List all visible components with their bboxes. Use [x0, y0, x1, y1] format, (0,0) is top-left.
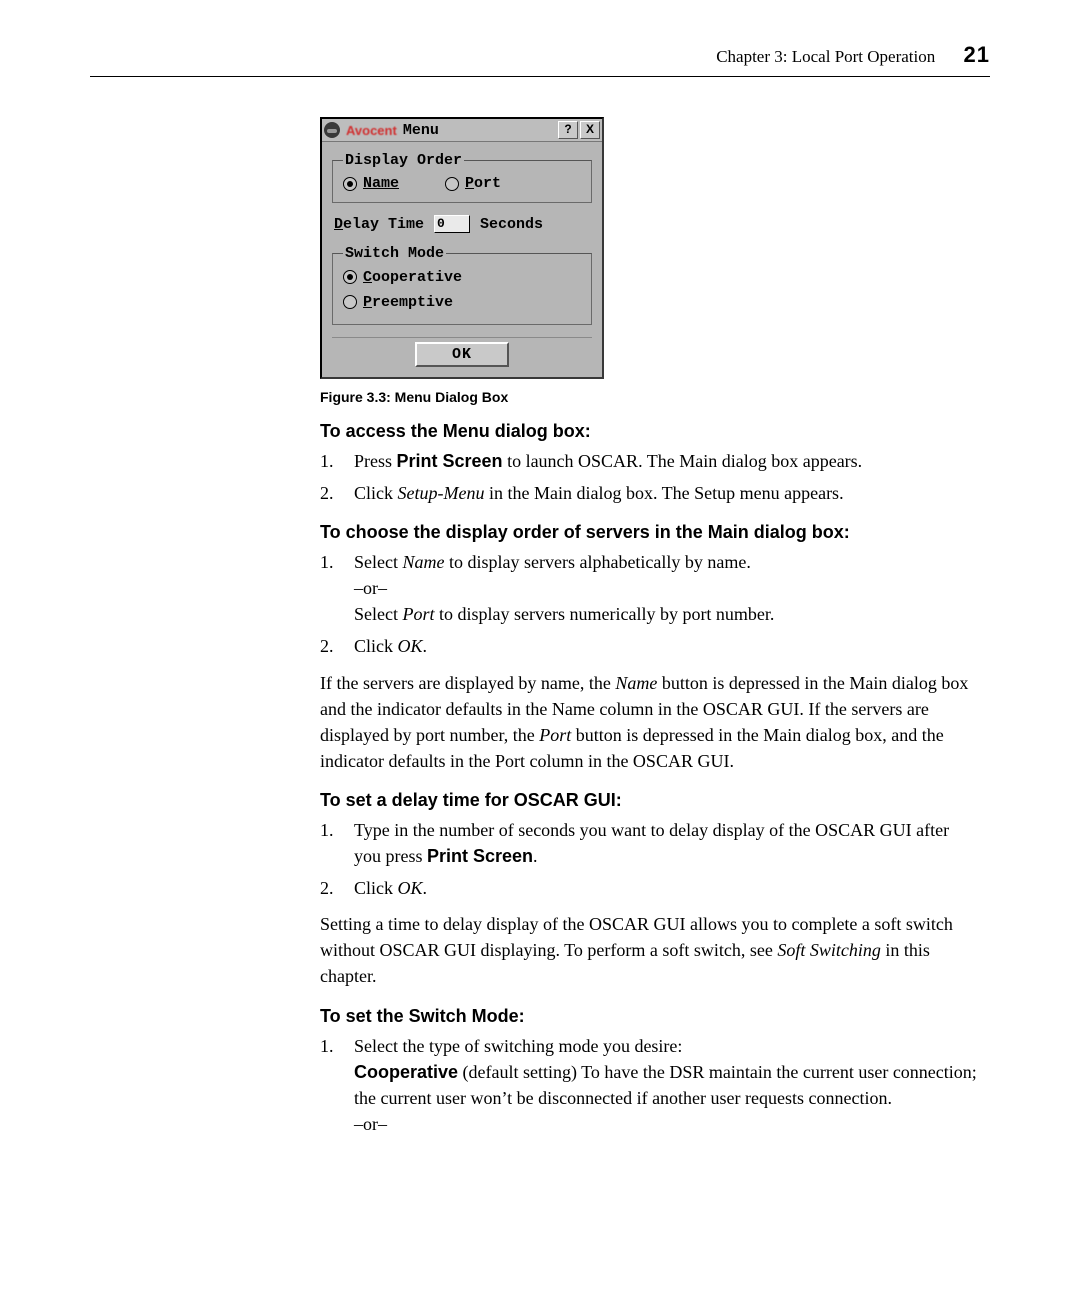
section-switch-mode-head: To set the Switch Mode: [320, 1006, 980, 1027]
menu-dialog: Avocent Menu ? X Display Order Name [320, 117, 604, 379]
step-number: 2. [320, 480, 354, 506]
step-body: Press Print Screen to launch OSCAR. The … [354, 448, 980, 474]
switch-mode-legend: Switch Mode [343, 245, 446, 262]
avocent-logo-icon [324, 122, 340, 138]
step-number: 1. [320, 549, 354, 627]
step-body: Click OK. [354, 875, 980, 901]
step-body: Click Setup-Menu in the Main dialog box.… [354, 480, 980, 506]
display-order-group: Display Order Name Port [332, 152, 592, 203]
switch-mode-preemptive-radio[interactable]: Preemptive [343, 294, 453, 311]
dialog-titlebar: Avocent Menu ? X [322, 119, 602, 142]
steps-delay: 1. Type in the number of seconds you wan… [320, 817, 980, 901]
step-body: Click OK. [354, 633, 980, 659]
step-number: 2. [320, 633, 354, 659]
display-order-name-radio[interactable]: Name [343, 175, 399, 192]
steps-display-order: 1. Select Name to display servers alphab… [320, 549, 980, 659]
display-order-port-label: Port [465, 175, 501, 192]
step-body: Select Name to display servers alphabeti… [354, 549, 980, 627]
radio-unselected-icon [445, 177, 459, 191]
ok-button-label: OK [452, 346, 472, 363]
delay-time-label: Delay Time [334, 216, 424, 233]
section-display-order-head: To choose the display order of servers i… [320, 522, 980, 543]
section-delay-head: To set a delay time for OSCAR GUI: [320, 790, 980, 811]
help-button[interactable]: ? [558, 121, 578, 139]
section-access-head: To access the Menu dialog box: [320, 421, 980, 442]
radio-selected-icon [343, 270, 357, 284]
switch-mode-group: Switch Mode Cooperative Preemptive [332, 245, 592, 325]
display-order-port-radio[interactable]: Port [445, 175, 501, 192]
step-body: Select the type of switching mode you de… [354, 1033, 980, 1137]
display-order-legend: Display Order [343, 152, 464, 169]
close-button[interactable]: X [580, 121, 600, 139]
steps-switch-mode: 1. Select the type of switching mode you… [320, 1033, 980, 1137]
switch-mode-cooperative-radio[interactable]: Cooperative [343, 269, 462, 286]
radio-selected-icon [343, 177, 357, 191]
step-number: 1. [320, 448, 354, 474]
ok-button[interactable]: OK [415, 342, 509, 367]
brand-label: Avocent [346, 123, 397, 138]
figure-caption: Figure 3.3: Menu Dialog Box [320, 389, 980, 405]
paragraph-display-order: If the servers are displayed by name, th… [320, 670, 980, 774]
steps-access: 1. Press Print Screen to launch OSCAR. T… [320, 448, 980, 506]
step-number: 1. [320, 817, 354, 869]
step-body: Type in the number of seconds you want t… [354, 817, 980, 869]
display-order-name-label: Name [363, 175, 399, 192]
chapter-label: Chapter 3: Local Port Operation [716, 47, 935, 66]
delay-time-row: Delay Time 0 Seconds [334, 215, 590, 233]
delay-time-input[interactable]: 0 [434, 215, 470, 233]
switch-mode-preemptive-label: Preemptive [363, 294, 453, 311]
switch-mode-cooperative-label: Cooperative [363, 269, 462, 286]
radio-unselected-icon [343, 295, 357, 309]
paragraph-delay: Setting a time to delay display of the O… [320, 911, 980, 989]
step-number: 1. [320, 1033, 354, 1137]
step-number: 2. [320, 875, 354, 901]
page-header: Chapter 3: Local Port Operation 21 [90, 42, 990, 77]
delay-time-unit: Seconds [480, 216, 543, 233]
dialog-title: Menu [403, 122, 556, 139]
page-number: 21 [964, 42, 990, 67]
